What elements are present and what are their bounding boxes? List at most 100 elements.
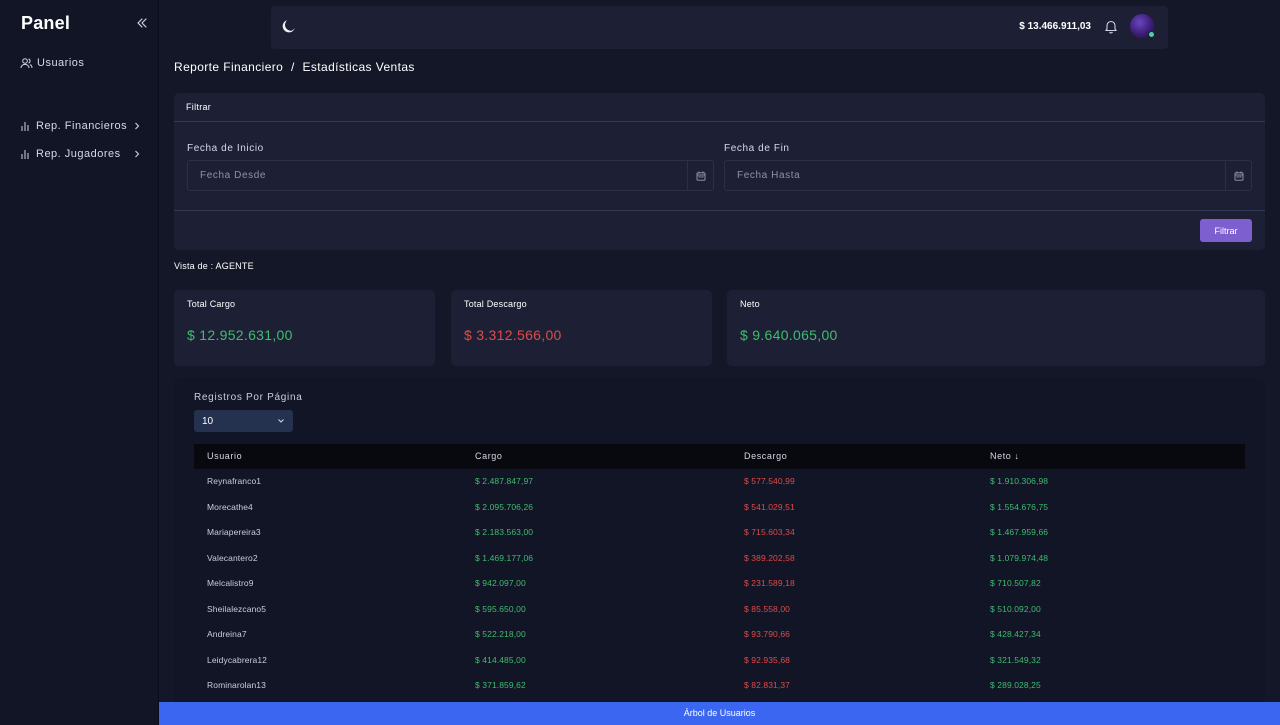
breadcrumb: Reporte Financiero / Estadísticas Ventas <box>174 60 419 74</box>
sidebar-item-label: Rep. Financieros <box>36 120 128 132</box>
records-per-page-label: Registros Por Página <box>194 392 303 403</box>
cell-usuario: Reynafranco1 <box>207 476 262 486</box>
sidebar: Panel Usuarios Rep. Financieros Rep. Jug… <box>0 0 159 725</box>
cell-neto: $ 428.427,34 <box>990 629 1041 639</box>
chevron-right-icon <box>135 122 140 130</box>
divider <box>174 210 1265 211</box>
cell-usuario: Mariapereira3 <box>207 527 261 537</box>
cell-descargo: $ 85.558,00 <box>744 603 791 614</box>
cell-neto: $ 1.079.974,48 <box>990 552 1049 563</box>
filter-card-title: Filtrar <box>186 102 212 112</box>
cell-descargo: $ 82.831,37 <box>744 680 791 690</box>
cell-descargo: $ 92.935,68 <box>744 654 791 665</box>
table-row: Mariapereira3 $ 2.183.563,00 $ 715.603,3… <box>194 520 1245 545</box>
cell-cargo: $ 2.487.847,97 <box>475 476 534 486</box>
filter-card: Filtrar Fecha de Inicio Fecha de Fin Fil… <box>174 93 1265 250</box>
cell-cargo: $ 522.218,00 <box>475 629 526 639</box>
bar-chart-icon <box>21 121 29 131</box>
brand-title: Panel <box>21 13 71 33</box>
table-row: Andreina7 $ 522.218,00 $ 93.790,66 $ 428… <box>194 622 1245 647</box>
calendar-icon[interactable] <box>1225 161 1251 190</box>
breadcrumb-current: Estadísticas Ventas <box>302 60 415 74</box>
cell-cargo: $ 414.485,00 <box>475 654 526 665</box>
cell-neto: $ 710.507,82 <box>990 578 1041 588</box>
collapse-sidebar-icon[interactable] <box>136 16 150 30</box>
cell-cargo: $ 595.650,00 <box>475 603 526 614</box>
stat-title: Total Cargo <box>187 299 236 309</box>
cell-neto: $ 1.554.676,75 <box>990 501 1049 512</box>
total-cargo-card: Total Cargo $ 12.952.631,00 <box>174 290 435 366</box>
filter-button[interactable]: Filtrar <box>1200 219 1252 242</box>
cell-descargo: $ 715.603,34 <box>744 527 795 537</box>
column-header-usuario[interactable]: Usuario <box>207 451 242 461</box>
table-row: Sheilalezcano5 $ 595.650,00 $ 85.558,00 … <box>194 597 1245 622</box>
end-date-label: Fecha de Fin <box>724 143 790 154</box>
cell-neto: $ 510.092,00 <box>990 603 1041 614</box>
end-date-input[interactable] <box>725 161 1225 190</box>
cell-cargo: $ 2.183.563,00 <box>475 527 534 537</box>
avatar[interactable] <box>1130 14 1155 38</box>
divider <box>174 121 1265 122</box>
cell-descargo: $ 541.029,51 <box>744 501 795 512</box>
end-date-field <box>724 160 1252 191</box>
cell-descargo: $ 93.790,66 <box>744 629 791 639</box>
cell-neto: $ 289.028,25 <box>990 680 1041 690</box>
sidebar-item-label: Rep. Jugadores <box>36 148 121 160</box>
sidebar-item-rep-jugadores[interactable]: Rep. Jugadores <box>20 145 145 163</box>
cell-cargo: $ 2.095.706,26 <box>475 501 534 512</box>
sidebar-item-usuarios[interactable]: Usuarios <box>20 54 145 72</box>
cell-descargo: $ 577.540,99 <box>744 476 795 486</box>
cell-usuario: Melcalistro9 <box>207 578 254 588</box>
sidebar-item-rep-financieros[interactable]: Rep. Financieros <box>20 117 145 135</box>
total-descargo-card: Total Descargo $ 3.312.566,00 <box>451 290 712 366</box>
start-date-label: Fecha de Inicio <box>187 143 264 154</box>
cell-cargo: $ 942.097,00 <box>475 578 526 588</box>
cell-usuario: Andreina7 <box>207 629 247 639</box>
breadcrumb-parent[interactable]: Reporte Financiero <box>174 60 283 74</box>
cell-usuario: Morecathe4 <box>207 501 253 512</box>
column-header-cargo[interactable]: Cargo <box>475 451 503 461</box>
chevron-down-icon <box>278 419 284 423</box>
cell-usuario: Valecantero2 <box>207 552 258 563</box>
dark-mode-toggle-icon[interactable] <box>281 19 296 39</box>
table-card: Registros Por Página 10 Usuario Cargo De… <box>174 378 1265 725</box>
table-row: Morecathe4 $ 2.095.706,26 $ 541.029,51 $… <box>194 495 1245 520</box>
stat-value: $ 9.640.065,00 <box>740 327 838 343</box>
stat-title: Neto <box>740 299 760 309</box>
table-row: Valecantero2 $ 1.469.177,06 $ 389.202,58… <box>194 546 1245 571</box>
topbar: $ 13.466.911,03 <box>271 6 1168 49</box>
stat-value: $ 3.312.566,00 <box>464 327 562 343</box>
records-per-page-select[interactable]: 10 <box>194 410 293 432</box>
records-per-page-value: 10 <box>202 415 214 427</box>
start-date-field <box>187 160 714 191</box>
column-header-neto-sorted[interactable]: Neto ↓ <box>990 451 1020 461</box>
online-status-dot <box>1148 31 1155 38</box>
table-row: Melcalistro9 $ 942.097,00 $ 231.589,18 $… <box>194 571 1245 596</box>
cell-neto: $ 321.549,32 <box>990 654 1041 665</box>
table-header: Usuario Cargo Descargo Neto ↓ <box>194 444 1245 469</box>
start-date-input[interactable] <box>188 161 687 190</box>
user-tree-bar[interactable]: Árbol de Usuarios <box>159 702 1280 725</box>
stat-title: Total Descargo <box>464 299 527 309</box>
notifications-bell-icon[interactable] <box>1104 19 1118 39</box>
cell-descargo: $ 231.589,18 <box>744 578 795 588</box>
stat-value: $ 12.952.631,00 <box>187 327 293 343</box>
sidebar-item-label: Usuarios <box>37 57 85 69</box>
cell-usuario: Sheilalezcano5 <box>207 603 267 614</box>
calendar-icon[interactable] <box>687 161 713 190</box>
table-row: Rominarolan13 $ 371.859,62 $ 82.831,37 $… <box>194 673 1245 698</box>
neto-card: Neto $ 9.640.065,00 <box>727 290 1265 366</box>
cell-usuario: Leidycabrera12 <box>207 654 267 665</box>
column-header-descargo[interactable]: Descargo <box>744 451 787 461</box>
balance-display: $ 13.466.911,03 <box>1019 21 1091 32</box>
chevron-right-icon <box>135 150 140 158</box>
cell-cargo: $ 1.469.177,06 <box>475 552 534 563</box>
table-row: Leidycabrera12 $ 414.485,00 $ 92.935,68 … <box>194 648 1245 673</box>
bar-chart-icon <box>21 149 29 159</box>
cell-neto: $ 1.910.306,98 <box>990 476 1049 486</box>
table-row: Reynafranco1 $ 2.487.847,97 $ 577.540,99… <box>194 469 1245 494</box>
cell-cargo: $ 371.859,62 <box>475 680 526 690</box>
users-icon <box>20 58 33 69</box>
view-mode-label: Vista de : AGENTE <box>174 261 254 271</box>
cell-neto: $ 1.467.959,66 <box>990 527 1049 537</box>
